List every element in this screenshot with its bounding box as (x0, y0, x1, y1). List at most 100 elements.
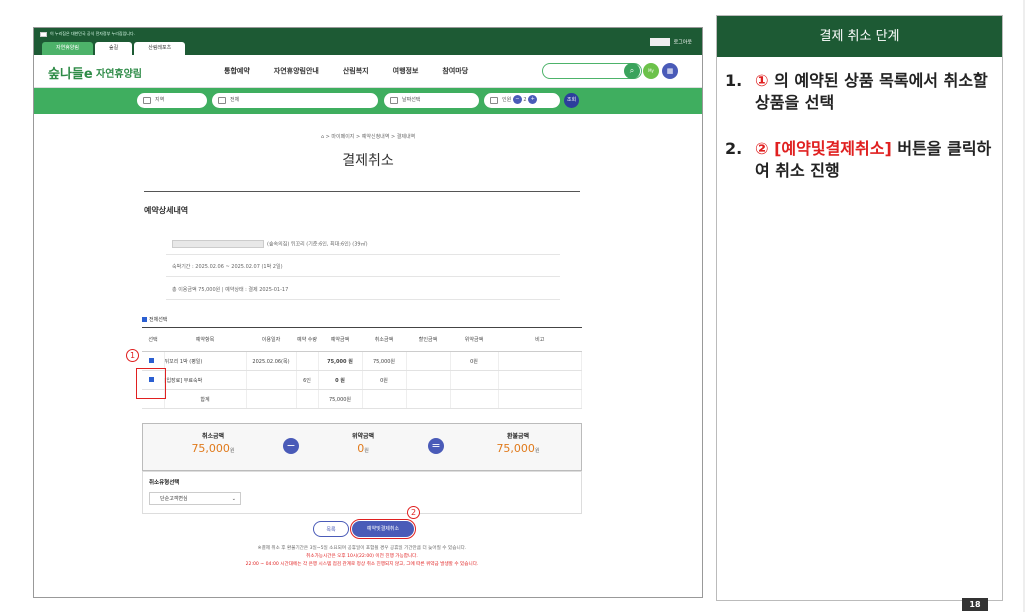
region-select[interactable]: 지역 (137, 93, 207, 108)
step-2-text: ② [예약및결제취소] 버튼을 클릭하여 취소 진행 (755, 138, 995, 182)
main-nav: 숲나들e 자연휴양림 통합예약 자연휴양림안내 산림복지 여행정보 참여마당 ⌕… (34, 55, 702, 88)
section-title: 예약상세내역 (144, 206, 189, 215)
step-1: 1. ① 의 예약된 상품 목록에서 취소할 상품을 선택 (725, 70, 1000, 120)
calendar-icon (390, 97, 398, 104)
penalty-amount-value: 0원 (333, 442, 393, 455)
annotation-2: 2 (407, 506, 420, 519)
tab-forest-trail[interactable]: 숲길 (95, 42, 133, 55)
people-stepper[interactable]: 인원 − 2 + (484, 93, 560, 108)
minus-icon[interactable]: − (512, 95, 522, 104)
gov-notice-text: 이 누리집은 대한민국 공식 전자정부 누리집입니다. (50, 31, 135, 36)
detail-period: 숙박기간 : 2025.02.06 ~ 2025.02.07 (1박 2일) (166, 257, 560, 277)
step-2: 2. ② [예약및결제취소] 버튼을 클릭하여 취소 진행 (725, 138, 1000, 188)
step-1-description: 의 예약된 상품 목록에서 취소할 상품을 선택 (755, 71, 988, 112)
notice-cancel-time: 취소가능시간은 오후 10시(22:00) 이전 진행 가능합니다. (306, 554, 418, 559)
col-qty: 예약 수량 (296, 327, 318, 352)
notice-bank-maintenance: 22:00 ~ 04:00 시간대에는 각 은행 시스템 점검 관계로 정상 취… (245, 562, 479, 567)
select-all-checkbox[interactable]: 전체선택 (142, 316, 167, 323)
forest-select[interactable]: 전체 (212, 93, 378, 108)
all-menu-icon[interactable]: ▦ (662, 63, 678, 79)
col-date: 이용일자 (246, 327, 296, 352)
menu-item-welfare[interactable]: 산림복지 (343, 66, 369, 76)
highlight-box-cancel-button (350, 519, 416, 539)
table-header: 선택 예약항목 이용일자 예약 수량 예약금액 취소금액 할인금액 위약금액 비… (142, 327, 582, 352)
col-select: 선택 (142, 327, 164, 352)
row-discount (406, 370, 451, 390)
filter-bar: 지역 전체 날짜선택 인원 − 2 + 조회 (34, 88, 702, 114)
annotation-1: 1 (126, 349, 139, 362)
page-number: 18 (962, 598, 988, 611)
minus-icon: − (283, 438, 299, 454)
step-2-marker: ② [예약및결제취소] (755, 139, 892, 158)
refund-type-section: 취소유형선택 단순고객변심 ⌄ (142, 471, 582, 514)
cancel-amount-label: 취소금액 (201, 433, 225, 440)
step-1-marker: ① (755, 71, 769, 90)
brand-label[interactable]: 자연휴양림 (96, 65, 142, 80)
refund-type-label: 취소유형선택 (149, 480, 180, 486)
site-logo[interactable]: 숲나들e (48, 63, 93, 82)
my-page-icon[interactable]: My (643, 63, 659, 79)
row-qty: 6인 (296, 370, 319, 390)
step-2-number: 2. (725, 139, 743, 158)
table-total-row: 합계 75,000원 (142, 389, 582, 409)
date-label: 날짜선택 (402, 97, 421, 103)
table-row: [입장료] 무료숙박 6인 0 원 0원 (142, 370, 582, 390)
row-date (246, 370, 297, 390)
row-item: 뒤꼬리 1박 (평일) (164, 351, 247, 371)
search-button[interactable]: 조회 (564, 93, 579, 108)
chevron-down-icon: ⌄ (231, 496, 236, 502)
people-label: 인원 (502, 97, 512, 103)
screenshot-frame: 이 누리집은 대한민국 공식 전자정부 누리집입니다. 자연휴양림 숲길 산림레… (33, 27, 703, 598)
row-date: 2025.02.06(목) (246, 351, 297, 371)
checkbox-icon[interactable] (149, 358, 155, 363)
row-item: [입장료] 무료숙박 (164, 370, 247, 390)
refund-type-select[interactable]: 단순고객변심 ⌄ (149, 492, 241, 505)
list-button[interactable]: 목록 (313, 521, 349, 537)
step-1-text: ① 의 예약된 상품 목록에서 취소할 상품을 선택 (755, 70, 995, 114)
site-tabs: 자연휴양림 숲길 산림레포츠 (42, 42, 187, 55)
gov-notice: 이 누리집은 대한민국 공식 전자정부 누리집입니다. (40, 31, 135, 37)
penalty-amount-unit: 원 (364, 448, 369, 454)
row-qty (296, 351, 319, 371)
search-icon[interactable]: ⌕ (624, 63, 640, 79)
step-1-number: 1. (725, 71, 743, 90)
refund-amount-value: 75,000원 (483, 442, 553, 455)
cancel-amount-value: 75,000원 (183, 442, 243, 455)
plus-icon[interactable]: + (528, 95, 538, 104)
menu-item-forest-info[interactable]: 자연휴양림안내 (274, 66, 319, 76)
refund-amount-unit: 원 (534, 448, 540, 454)
people-icon (490, 97, 498, 104)
menu-item-booking[interactable]: 통합예약 (224, 66, 250, 76)
cancel-amount: 취소금액 75,000원 (183, 431, 243, 455)
logout-button[interactable]: 로그아웃 (649, 38, 692, 46)
reservation-table: 선택 예약항목 이용일자 예약 수량 예약금액 취소금액 할인금액 위약금액 비… (142, 327, 582, 409)
instruction-panel: 결제 취소 단계 1. ① 의 예약된 상품 목록에서 취소할 상품을 선택 2… (716, 15, 1003, 601)
row-note (498, 370, 582, 390)
logout-label: 로그아웃 (673, 39, 692, 46)
detail-amount: 총 이용금액 75,000원 | 예약상태 : 결제 2025-01-17 (166, 280, 560, 300)
refund-amount-label: 환불금액 (506, 433, 530, 440)
col-item: 예약항목 (164, 327, 246, 352)
forest-icon (218, 97, 226, 104)
tab-forest-leports[interactable]: 산림레포츠 (134, 42, 186, 55)
product-name-redacted (172, 240, 264, 248)
checkbox-icon (142, 317, 147, 322)
menu-item-participation[interactable]: 참여마당 (442, 66, 468, 76)
menu-item-travel[interactable]: 여행정보 (393, 66, 419, 76)
product-info: (숲속의집) 뒤꼬리 (기준:6인, 최대:6인) (39㎡) (267, 241, 368, 248)
tab-recreation-forest[interactable]: 자연휴양림 (42, 42, 94, 55)
row-note (498, 351, 582, 371)
main-menu: 통합예약 자연휴양림안내 산림복지 여행정보 참여마당 (224, 66, 492, 76)
highlight-box-checkboxes (136, 368, 166, 399)
row-cancel: 0원 (362, 370, 407, 390)
row-amount: 0 원 (318, 370, 363, 390)
user-name-box (649, 38, 670, 46)
col-amount: 예약금액 (318, 327, 362, 352)
date-select[interactable]: 날짜선택 (384, 93, 479, 108)
amount-summary: 취소금액 75,000원 − 위약금액 0원 = 환불금액 75,000원 (142, 423, 582, 471)
detail-product: (숲속의집) 뒤꼬리 (기준:6인, 최대:6인) (39㎡) (166, 234, 560, 255)
breadcrumb: ⌂ > 마이페이지 > 예약신청내역 > 결제내역 (320, 134, 416, 140)
edge-line (1023, 0, 1025, 612)
divider (144, 191, 580, 192)
page-title: 결제취소 (342, 153, 394, 169)
